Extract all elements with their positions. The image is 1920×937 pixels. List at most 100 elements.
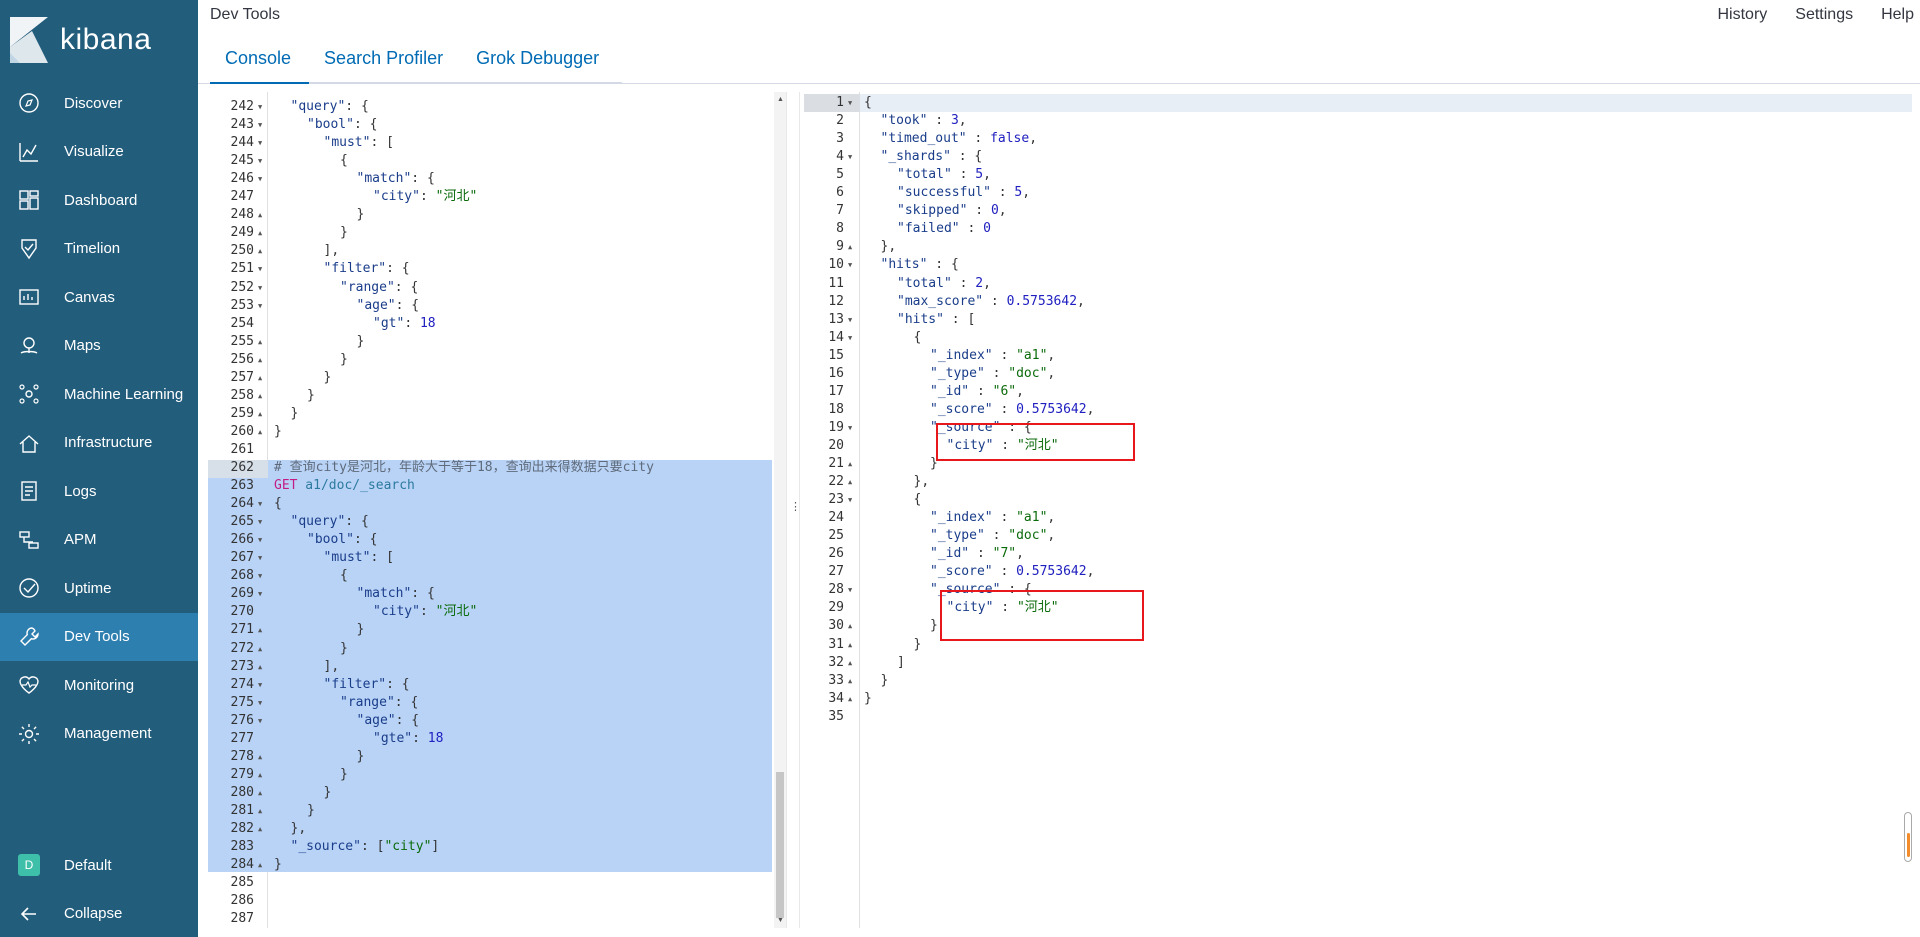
tab-grok-debugger[interactable]: Grok Debugger (461, 40, 617, 83)
fold-close-icon[interactable]: ▲ (258, 658, 262, 676)
editor-scrollbar[interactable]: ▲ ▼ (774, 92, 786, 928)
code-token: "河北" (435, 189, 478, 205)
fold-close-icon[interactable]: ▲ (258, 242, 262, 260)
fold-open-icon[interactable]: ▼ (258, 260, 262, 278)
fold-open-icon[interactable]: ▼ (258, 98, 262, 116)
fold-open-icon[interactable]: ▼ (258, 676, 262, 694)
pane-resizer[interactable]: ⋮ (786, 92, 801, 928)
fold-close-icon[interactable]: ▲ (848, 654, 852, 672)
fold-close-icon[interactable]: ▲ (848, 238, 852, 256)
fold-open-icon[interactable]: ▼ (848, 491, 852, 509)
code-token: : (992, 401, 1017, 417)
fold-close-icon[interactable]: ▲ (258, 640, 262, 658)
editor-scroll-thumb[interactable] (776, 772, 784, 918)
scroll-up-icon[interactable]: ▲ (777, 96, 784, 103)
fold-close-icon[interactable]: ▲ (258, 369, 262, 387)
sidebar-item-discover[interactable]: Discover (0, 79, 198, 128)
fold-open-icon[interactable]: ▼ (848, 94, 852, 112)
fold-open-icon[interactable]: ▼ (258, 585, 262, 603)
request-editor[interactable]: 242 ▼ "query": {243 ▼ "bool": {244 ▼ "must": [… (208, 92, 786, 928)
response-output[interactable]: 1 ▼{2 "took" : 3, 3 "timed_out" : false, 4 ▼ "_… (804, 92, 1912, 928)
fold-close-icon[interactable]: ▲ (258, 351, 262, 369)
fold-close-icon[interactable]: ▲ (848, 636, 852, 654)
sidebar-item-maps[interactable]: Maps (0, 322, 198, 371)
code-token: } (290, 405, 299, 421)
fold-close-icon[interactable]: ▲ (258, 405, 262, 423)
fold-open-icon[interactable]: ▼ (258, 531, 262, 549)
fold-open-icon[interactable]: ▼ (848, 419, 852, 437)
fold-close-icon[interactable]: ▲ (258, 766, 262, 784)
fold-close-icon[interactable]: ▲ (848, 672, 852, 690)
output-scroll-indicator[interactable] (1904, 812, 1912, 862)
arrow-left-icon (17, 902, 41, 926)
sidebar-item-visualize[interactable]: Visualize (0, 128, 198, 177)
fold-open-icon[interactable]: ▼ (258, 549, 262, 567)
fold-close-icon[interactable]: ▲ (258, 423, 262, 441)
fold-close-icon[interactable]: ▲ (258, 206, 262, 224)
fold-open-icon[interactable]: ▼ (258, 297, 262, 315)
code-token: "_score" (930, 564, 993, 580)
line-text: "match": { (357, 170, 435, 188)
fold-open-icon[interactable]: ▼ (848, 148, 852, 166)
scroll-down-icon[interactable]: ▼ (777, 917, 784, 924)
fold-close-icon[interactable]: ▲ (258, 820, 262, 838)
code-token: : { (411, 586, 435, 602)
space-selector[interactable]: D Default (0, 841, 198, 890)
history-link[interactable]: History (1718, 6, 1768, 24)
fold-close-icon[interactable]: ▲ (258, 621, 262, 639)
kibana-logo[interactable]: kibana (0, 0, 198, 79)
fold-close-icon[interactable]: ▲ (848, 690, 852, 708)
sidebar-item-timelion[interactable]: Timelion (0, 225, 198, 274)
fold-close-icon[interactable]: ▲ (258, 387, 262, 405)
fold-open-icon[interactable]: ▼ (258, 567, 262, 585)
sidebar-item-apm[interactable]: APM (0, 516, 198, 565)
line-text: { (864, 94, 872, 112)
code-token: , (1086, 564, 1095, 580)
fold-close-icon[interactable]: ▲ (848, 473, 852, 491)
fold-close-icon[interactable]: ▲ (258, 748, 262, 766)
fold-open-icon[interactable]: ▼ (258, 170, 262, 188)
line-number: 255 (230, 333, 254, 349)
fold-close-icon[interactable]: ▲ (258, 333, 262, 351)
code-token: 2 (975, 275, 984, 291)
sidebar-item-management[interactable]: Management (0, 710, 198, 759)
sidebar-item-monitoring[interactable]: Monitoring (0, 661, 198, 710)
fold-open-icon[interactable]: ▼ (848, 311, 852, 329)
sidebar-item-dashboard[interactable]: Dashboard (0, 176, 198, 225)
sidebar-item-uptime[interactable]: Uptime (0, 564, 198, 613)
settings-link[interactable]: Settings (1795, 6, 1853, 24)
fold-close-icon[interactable]: ▲ (848, 617, 852, 635)
line-number: 286 (230, 893, 254, 909)
sidebar-item-machine-learning[interactable]: Machine Learning (0, 370, 198, 419)
fold-open-icon[interactable]: ▼ (258, 694, 262, 712)
fold-close-icon[interactable]: ▲ (258, 802, 262, 820)
fold-open-icon[interactable]: ▼ (258, 116, 262, 134)
fold-open-icon[interactable]: ▼ (258, 279, 262, 297)
fold-close-icon[interactable]: ▲ (848, 455, 852, 473)
help-link[interactable]: Help (1881, 6, 1914, 24)
collapse-button[interactable]: Collapse (0, 890, 198, 937)
line-text: "failed" : 0 (897, 220, 991, 238)
fold-open-icon[interactable]: ▼ (848, 256, 852, 274)
sidebar-item-dev-tools[interactable]: Dev Tools (0, 612, 198, 661)
fold-open-icon[interactable]: ▼ (258, 495, 262, 513)
fold-close-icon[interactable]: ▲ (258, 856, 262, 874)
fold-open-icon[interactable]: ▼ (258, 712, 262, 730)
fold-open-icon[interactable]: ▼ (258, 134, 262, 152)
sidebar-item-canvas[interactable]: Canvas (0, 273, 198, 322)
tab-console[interactable]: Console (210, 40, 310, 84)
sidebar-item-infrastructure[interactable]: Infrastructure (0, 419, 198, 468)
space-badge: D (18, 854, 40, 877)
sidebar-item-logs[interactable]: Logs (0, 467, 198, 516)
code-token: "bool" (307, 117, 354, 133)
fold-open-icon[interactable]: ▼ (848, 581, 852, 599)
fold-open-icon[interactable]: ▼ (848, 329, 852, 347)
line-number: 13 (828, 311, 844, 327)
tab-search-profiler[interactable]: Search Profiler (309, 40, 461, 83)
line-text: "range": { (340, 279, 418, 297)
fold-open-icon[interactable]: ▼ (258, 513, 262, 531)
fold-open-icon[interactable]: ▼ (258, 152, 262, 170)
fold-close-icon[interactable]: ▲ (258, 784, 262, 802)
line-number: 6 (836, 185, 844, 201)
fold-close-icon[interactable]: ▲ (258, 224, 262, 242)
